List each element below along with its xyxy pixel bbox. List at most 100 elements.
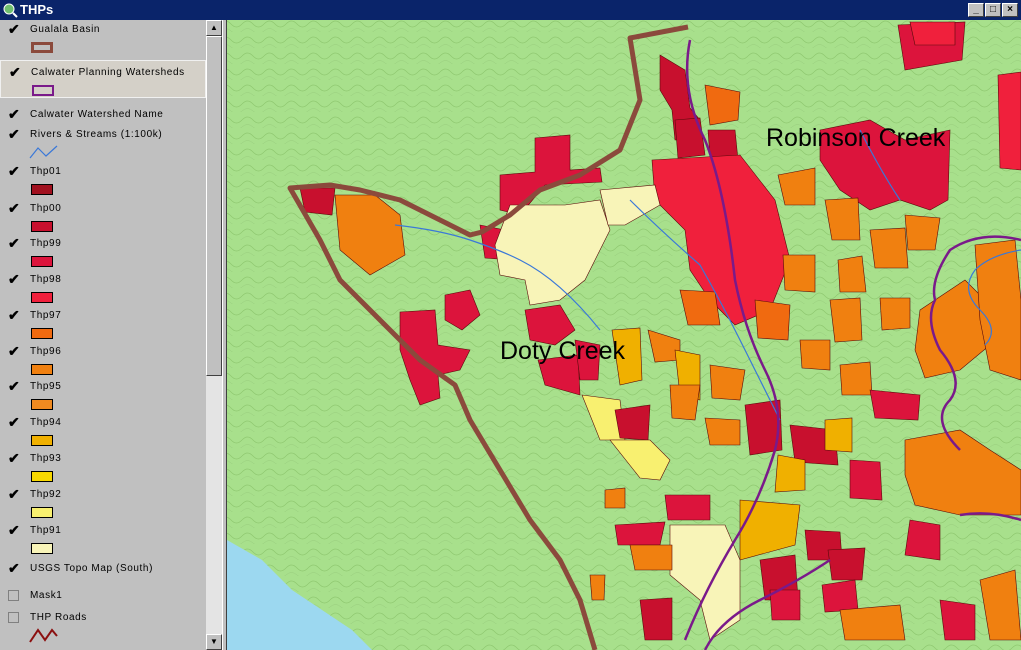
thp-polygon-thp96 xyxy=(604,487,626,509)
thp-polygon-thp96 xyxy=(669,384,701,421)
layer-name: Thp00 xyxy=(30,203,62,214)
legend-layer-thp01[interactable]: ✔ Thp01 xyxy=(0,164,206,198)
layer-visibility-checkbox[interactable]: ✔ xyxy=(8,22,20,36)
legend-layer-calwater-watershed-name[interactable]: ✔ Calwater Watershed Name xyxy=(0,107,206,125)
layer-swatch xyxy=(31,292,53,303)
legend-layer-thp94[interactable]: ✔ Thp94 xyxy=(0,415,206,449)
layer-name: Thp97 xyxy=(30,310,62,321)
thp-polygon-thp99 xyxy=(614,521,666,546)
scroll-thumb[interactable] xyxy=(206,36,222,376)
layer-visibility-checkbox[interactable]: ✔ xyxy=(8,379,20,393)
layer-visibility-checkbox[interactable]: ✔ xyxy=(8,127,20,141)
legend-layer-thp99[interactable]: ✔ Thp99 xyxy=(0,236,206,270)
thp-polygon-thp97 xyxy=(754,299,791,341)
legend-layer-gualala-basin[interactable]: ✔ Gualala Basin xyxy=(0,22,206,56)
thp-polygon-thp99 xyxy=(869,389,921,421)
thp-polygon-thp99 xyxy=(939,599,976,641)
layer-visibility-checkbox[interactable]: ✔ xyxy=(8,201,20,215)
layer-swatch xyxy=(31,507,53,518)
robinson-creek-label: Robinson Creek xyxy=(766,124,946,152)
legend-layer-thp97[interactable]: ✔ Thp97 xyxy=(0,308,206,342)
layer-visibility-checkbox[interactable]: ✔ xyxy=(8,308,20,322)
layer-visibility-checkbox[interactable]: ✔ xyxy=(8,561,20,575)
layer-name: Thp91 xyxy=(30,525,62,536)
legend-layer-thp93[interactable]: ✔ Thp93 xyxy=(0,451,206,485)
thp-polygon-thp00 xyxy=(827,547,866,581)
thp-polygon-thp99 xyxy=(821,579,859,613)
globe-icon xyxy=(3,3,18,18)
layer-visibility-checkbox[interactable]: ✔ xyxy=(8,487,20,501)
window-title-bar: THPs _ □ × xyxy=(0,0,1021,20)
layer-swatch xyxy=(31,435,53,446)
road-line-icon xyxy=(29,628,58,643)
stream-line-icon xyxy=(29,145,58,159)
layer-visibility-checkbox[interactable]: ✔ xyxy=(8,415,20,429)
thp-polygon-thp00 xyxy=(674,117,706,159)
legend-layer-thp92[interactable]: ✔ Thp92 xyxy=(0,487,206,521)
thp-polygon-thp98 xyxy=(909,21,956,46)
map-view[interactable]: Robinson Creek Doty Creek xyxy=(227,20,1021,650)
layer-visibility-checkbox[interactable]: ✔ xyxy=(8,107,20,121)
thp-polygon-thp99 xyxy=(904,519,941,561)
scroll-down-icon[interactable]: ▼ xyxy=(206,634,222,650)
legend-layer-mask1[interactable]: Mask1 xyxy=(0,588,206,606)
legend-layer-thp00[interactable]: ✔ Thp00 xyxy=(0,201,206,235)
layer-legend: ✔ Gualala Basin ✔ Calwater Planning Watersh… xyxy=(0,20,206,650)
layer-visibility-checkbox[interactable]: ✔ xyxy=(8,523,20,537)
legend-layer-calwater-planning-watersheds[interactable]: ✔ Calwater Planning Watersheds xyxy=(0,60,206,98)
layer-swatch xyxy=(31,328,53,339)
layer-name: THP Roads xyxy=(30,612,87,623)
scroll-up-icon[interactable]: ▲ xyxy=(206,20,222,36)
thp-polygon-thp96 xyxy=(839,361,873,396)
layer-swatch xyxy=(31,471,53,482)
thp-polygon-thp96 xyxy=(589,574,606,601)
maximize-button[interactable]: □ xyxy=(985,3,1001,17)
thp-polygon-thp96 xyxy=(837,255,867,293)
layer-visibility-checkbox[interactable] xyxy=(8,590,19,601)
minimize-button[interactable]: _ xyxy=(968,3,984,17)
legend-layer-thp98[interactable]: ✔ Thp98 xyxy=(0,272,206,306)
map-canvas[interactable]: Robinson Creek Doty Creek xyxy=(227,20,1021,650)
thp-polygon-thp94 xyxy=(824,417,853,453)
legend-layer-thp95[interactable]: ✔ Thp95 xyxy=(0,379,206,413)
thp-polygon-thp99 xyxy=(664,494,711,521)
layer-name: USGS Topo Map (South) xyxy=(30,563,154,574)
layer-visibility-checkbox[interactable]: ✔ xyxy=(8,451,20,465)
layer-visibility-checkbox[interactable]: ✔ xyxy=(8,272,20,286)
layer-name: Thp99 xyxy=(30,238,62,249)
legend-layer-thp91[interactable]: ✔ Thp91 xyxy=(0,523,206,557)
thp-polygon-thp96 xyxy=(829,297,863,343)
thp-polygon-thp96 xyxy=(839,604,906,641)
legend-layer-thp96[interactable]: ✔ Thp96 xyxy=(0,344,206,378)
layer-swatch xyxy=(31,399,53,410)
layer-visibility-checkbox[interactable] xyxy=(8,612,19,623)
layer-outline-swatch xyxy=(31,42,53,53)
layer-name: Thp93 xyxy=(30,453,62,464)
layer-name: Thp94 xyxy=(30,417,62,428)
layer-visibility-checkbox[interactable]: ✔ xyxy=(9,65,21,79)
layer-name: Mask1 xyxy=(30,590,63,601)
thp-polygon-thp00 xyxy=(639,597,673,641)
legend-layer-thp-roads[interactable]: THP Roads xyxy=(0,610,206,644)
thp-polygon-thp96 xyxy=(704,417,741,446)
layer-visibility-checkbox[interactable]: ✔ xyxy=(8,344,20,358)
legend-layer-usgs-topo-map-south[interactable]: ✔ USGS Topo Map (South) xyxy=(0,561,206,579)
layer-visibility-checkbox[interactable]: ✔ xyxy=(8,164,20,178)
layer-visibility-checkbox[interactable]: ✔ xyxy=(8,236,20,250)
close-button[interactable]: × xyxy=(1002,3,1018,17)
thp-polygon-thp96 xyxy=(904,214,941,251)
layer-swatch xyxy=(31,256,53,267)
thp-polygon-thp97 xyxy=(704,84,741,126)
layer-name: Calwater Watershed Name xyxy=(30,109,164,120)
thp-polygon-thp99 xyxy=(769,589,801,621)
thp-polygon-thp00 xyxy=(614,404,651,441)
layer-outline-swatch xyxy=(32,85,54,96)
thp-polygon-thp94 xyxy=(774,454,806,493)
legend-scrollbar[interactable]: ▲ ▼ xyxy=(206,20,222,650)
layer-name: Thp95 xyxy=(30,381,62,392)
layer-name: Thp98 xyxy=(30,274,62,285)
thp-polygon-thp99 xyxy=(849,459,883,501)
thp-polygon-thp96 xyxy=(782,254,816,293)
doty-creek-label: Doty Creek xyxy=(500,337,626,365)
legend-layer-rivers-streams-1-100k[interactable]: ✔ Rivers & Streams (1:100k) xyxy=(0,127,206,161)
